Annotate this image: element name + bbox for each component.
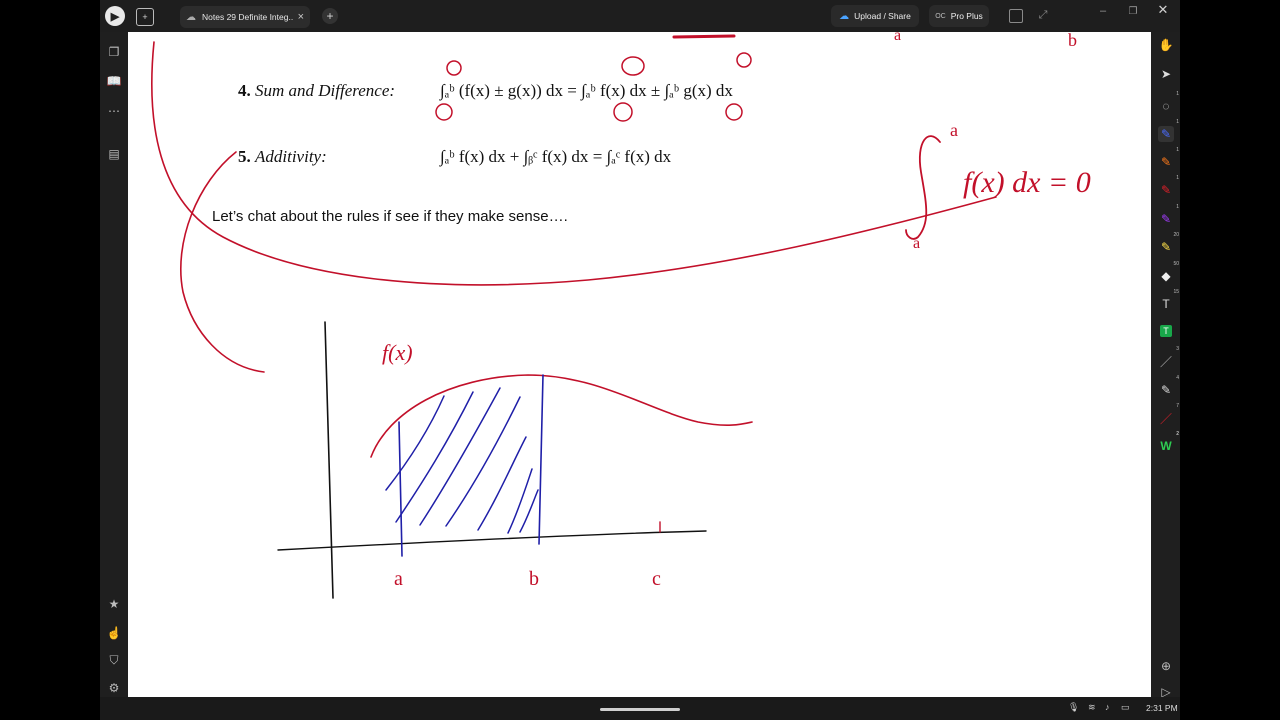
close-window-icon[interactable]: ✕ xyxy=(1156,2,1170,17)
ink-swoop xyxy=(151,41,997,286)
select-tool-icon[interactable]: ➤ xyxy=(1158,66,1174,82)
ink-circle-b2 xyxy=(621,56,645,76)
clock: 2:31 PM xyxy=(1146,703,1178,713)
add-tab-button[interactable]: + xyxy=(322,8,338,24)
text-tool-icon[interactable]: T xyxy=(1160,325,1172,337)
pen-red-2-tool-icon[interactable]: ／ 7 xyxy=(1158,403,1179,426)
favorite-star-icon[interactable]: ★ xyxy=(106,596,122,612)
title-bar: ▶ + ☁ Notes 29 Definite Integ...* × + ☁ … xyxy=(100,0,1180,32)
ink-x-axis xyxy=(277,530,707,551)
close-tab-icon[interactable]: × xyxy=(298,11,304,23)
ink-line-a xyxy=(398,421,403,557)
left-rail: ❐ 📖 ⋯ ▤ ★ ☝ ⛉ ⚙ xyxy=(100,32,128,697)
pen-purple-tool-icon[interactable]: ✎ 1 xyxy=(1158,204,1179,227)
handwriting-tool-icon[interactable]: W2 xyxy=(1158,431,1179,454)
right-toolbar: ✋ ➤ ◌ 1 ✎ 1 ✎ 1 ✎ 1 ✎ 1 ✎ 20 ◆ 50 T 15 T ／ 3 ✎ 4 ／… xyxy=(1151,32,1180,699)
outline-icon[interactable]: ▤ xyxy=(106,146,122,162)
book-icon[interactable]: 📖 xyxy=(106,73,122,89)
pen-blue-tool-icon[interactable]: ✎ 1 xyxy=(1158,119,1179,142)
ink-circle-a2 xyxy=(613,102,633,122)
ink-label-a: a xyxy=(394,568,403,590)
ink-top-b: b xyxy=(1068,32,1077,50)
ink-integral-upper: a xyxy=(950,120,958,140)
home-indicator xyxy=(600,708,680,711)
ink-label-fx: f(x) xyxy=(382,340,413,365)
battery-icon: ▭ xyxy=(1121,702,1130,712)
tab-title: Notes 29 Definite Integ...* xyxy=(202,12,294,22)
upload-share-label: Upload / Share xyxy=(854,11,911,21)
ink-integral-sign xyxy=(905,135,941,240)
ink-label-b: b xyxy=(529,568,539,590)
cloud-upload-icon: ☁ xyxy=(839,10,850,22)
upload-share-button[interactable]: ☁ Upload / Share xyxy=(831,5,919,27)
ink-integral-lower: a xyxy=(913,235,920,252)
pro-plus-button[interactable]: OC Pro Plus xyxy=(929,5,989,27)
ink-circle-a1 xyxy=(435,103,453,121)
minimize-icon[interactable]: – xyxy=(1096,4,1110,18)
hand-tool-icon[interactable]: ✋ xyxy=(1158,37,1174,53)
add-page-icon[interactable]: ⊕ xyxy=(1158,658,1174,674)
ink-y-axis xyxy=(324,321,334,599)
pro-badge-icon: OC xyxy=(935,12,946,20)
cloud-icon: ☁ xyxy=(186,11,196,23)
ink-fx-curve xyxy=(370,374,753,458)
volume-icon[interactable]: ♪ xyxy=(1105,702,1110,712)
ink-line-b xyxy=(538,374,544,545)
more-icon[interactable]: ⋯ xyxy=(106,103,122,119)
status-bar: 🎙 ≋ ♪ ▭ 2:31 PM xyxy=(100,697,1180,720)
pen-multi-tool-icon[interactable]: ✎ 4 xyxy=(1158,375,1179,398)
app-window: ▶ + ☁ Notes 29 Definite Integ...* × + ☁ … xyxy=(100,0,1180,720)
note-canvas[interactable]: 4. Sum and Difference: ∫ₐᵇ (f(x) ± g(x))… xyxy=(128,32,1151,697)
highlighter-yellow-tool-icon[interactable]: ✎ 20 xyxy=(1158,232,1179,255)
ink-integral-expr: f(x) dx = 0 xyxy=(963,166,1091,199)
new-note-icon[interactable]: + xyxy=(136,8,154,26)
wifi-icon: ≋ xyxy=(1088,702,1096,712)
settings-gear-icon[interactable]: ⚙ xyxy=(106,680,122,696)
expand-icon[interactable]: ⤢ xyxy=(1036,8,1050,22)
maximize-icon[interactable]: ❐ xyxy=(1126,4,1140,18)
ink-circle-b3 xyxy=(736,52,752,68)
lasso-tool-icon[interactable]: ◌ 1 xyxy=(1158,91,1179,114)
app-logo-icon[interactable]: ▶ xyxy=(105,6,125,26)
ink-underline-top xyxy=(672,34,736,39)
document-tab[interactable]: ☁ Notes 29 Definite Integ...* × xyxy=(180,6,310,28)
highlighter-orange-tool-icon[interactable]: ✎ 1 xyxy=(1158,147,1179,170)
sidebar-toggle-icon[interactable] xyxy=(1009,9,1023,23)
ink-top-a: a xyxy=(894,32,901,44)
ink-curve-left xyxy=(179,151,265,373)
microphone-icon[interactable]: 🎙 xyxy=(1068,702,1079,713)
ink-label-c: c xyxy=(652,568,661,590)
ink-circle-b1 xyxy=(446,60,462,76)
pages-icon[interactable]: ❐ xyxy=(106,44,122,60)
ink-layer: f(x) a b c f(x) dx = 0 a a a b xyxy=(151,32,1091,599)
gesture-icon[interactable]: ☝ xyxy=(106,625,122,641)
eraser-tool-icon[interactable]: ◆ 50 xyxy=(1158,261,1179,284)
ink-circle-a3 xyxy=(725,103,743,121)
pen-red-tool-icon[interactable]: ✎ 1 xyxy=(1158,175,1179,198)
pro-plus-label: Pro Plus xyxy=(950,11,983,21)
text-add-tool-icon[interactable]: T 15 xyxy=(1158,289,1179,312)
line-tool-icon[interactable]: ／ 3 xyxy=(1158,346,1179,369)
learn-icon[interactable]: ⛉ xyxy=(106,652,122,668)
